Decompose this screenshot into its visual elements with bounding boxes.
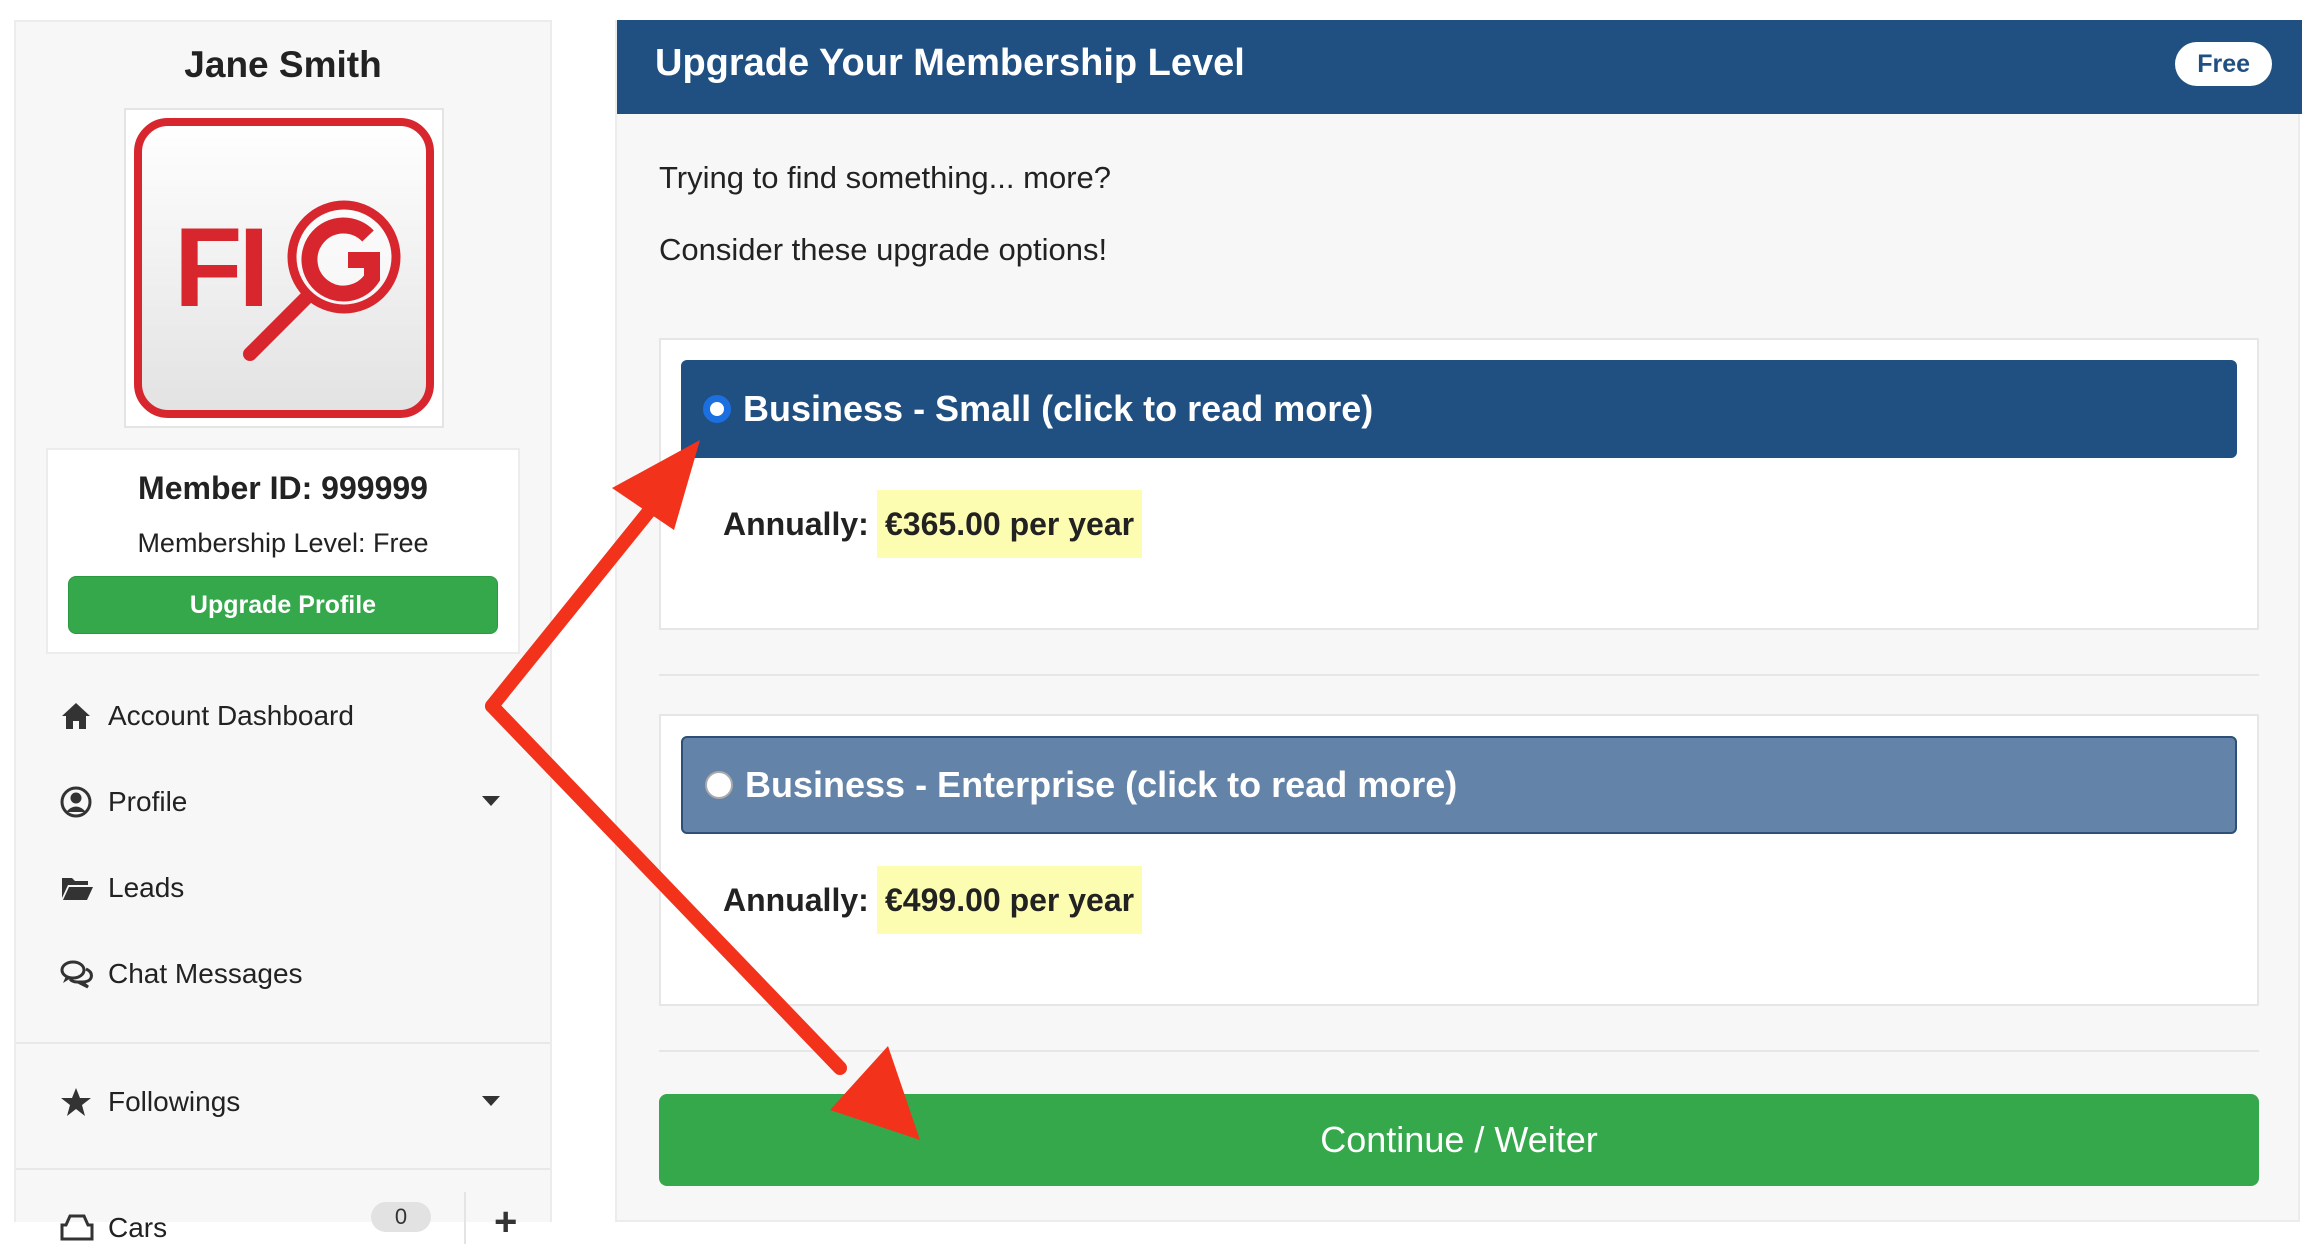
- nav-label: Account Dashboard: [108, 700, 354, 731]
- nav-leads[interactable]: Leads: [60, 868, 530, 908]
- intro-text: Trying to find something... more?: [659, 160, 1111, 195]
- sidebar: Jane Smith FI Member ID: 999999 Membersh…: [14, 20, 552, 1244]
- radio-button-selected[interactable]: [703, 395, 731, 423]
- nav-followings[interactable]: Followings: [60, 1082, 530, 1122]
- plus-icon[interactable]: +: [494, 1202, 517, 1242]
- intro-text: Consider these upgrade options!: [659, 232, 1108, 267]
- member-id: Member ID: 999999: [138, 470, 428, 506]
- user-name: Jane Smith: [184, 44, 382, 85]
- nav-label: Profile: [108, 786, 188, 817]
- nav-label: Leads: [108, 872, 185, 903]
- plan-header-small[interactable]: Business - Small (click to read more): [681, 360, 2237, 458]
- nav-account-dashboard[interactable]: Account Dashboard: [60, 696, 530, 736]
- plan-card-enterprise: Business - Enterprise (click to read mor…: [659, 714, 2259, 1006]
- status-badge: Free: [2175, 42, 2272, 86]
- count-badge: 0: [371, 1202, 431, 1232]
- price-value: €499.00 per year: [877, 866, 1143, 934]
- nav-label: Chat Messages: [108, 958, 303, 989]
- price-label: Annually:: [723, 882, 869, 918]
- price-value: €365.00 per year: [877, 490, 1143, 558]
- nav-profile[interactable]: Profile: [60, 782, 530, 822]
- nav-label: Followings: [108, 1086, 241, 1117]
- chat-bubbles-icon: [60, 957, 98, 991]
- star-icon: [60, 1085, 98, 1119]
- upgrade-panel: Upgrade Your Membership Level Free Tryin…: [615, 20, 2302, 1222]
- divider: [16, 1042, 550, 1044]
- chevron-down-icon[interactable]: [482, 796, 500, 806]
- plan-header-enterprise[interactable]: Business - Enterprise (click to read mor…: [681, 736, 2237, 834]
- plan-title: Business - Enterprise (click to read mor…: [745, 764, 1458, 805]
- divider: [464, 1192, 466, 1244]
- radio-button[interactable]: [705, 771, 733, 799]
- nav-cars[interactable]: Cars: [60, 1208, 530, 1248]
- upgrade-profile-button[interactable]: Upgrade Profile: [68, 576, 498, 634]
- member-card: Member ID: 999999 Membership Level: Free…: [46, 448, 520, 654]
- membership-level: Membership Level: Free: [137, 528, 429, 558]
- plan-card-small: Business - Small (click to read more) An…: [659, 338, 2259, 630]
- car-icon: [60, 1211, 98, 1245]
- page-title: Upgrade Your Membership Level: [655, 42, 1245, 84]
- folder-open-icon: [60, 871, 98, 905]
- home-icon: [60, 699, 98, 733]
- continue-button[interactable]: Continue / Weiter: [659, 1094, 2259, 1186]
- svg-text:FI: FI: [174, 205, 266, 330]
- panel-header: Upgrade Your Membership Level Free: [617, 20, 2302, 114]
- nav-chat-messages[interactable]: Chat Messages: [60, 954, 530, 994]
- user-circle-icon: [60, 785, 98, 819]
- divider: [659, 1050, 2259, 1052]
- price-label: Annually:: [723, 506, 869, 542]
- plan-title: Business - Small (click to read more): [743, 388, 1374, 429]
- chevron-down-icon[interactable]: [482, 1096, 500, 1106]
- nav-label: Cars: [108, 1212, 168, 1243]
- profile-logo: FI: [124, 108, 444, 428]
- divider: [16, 1168, 550, 1170]
- divider: [659, 674, 2259, 676]
